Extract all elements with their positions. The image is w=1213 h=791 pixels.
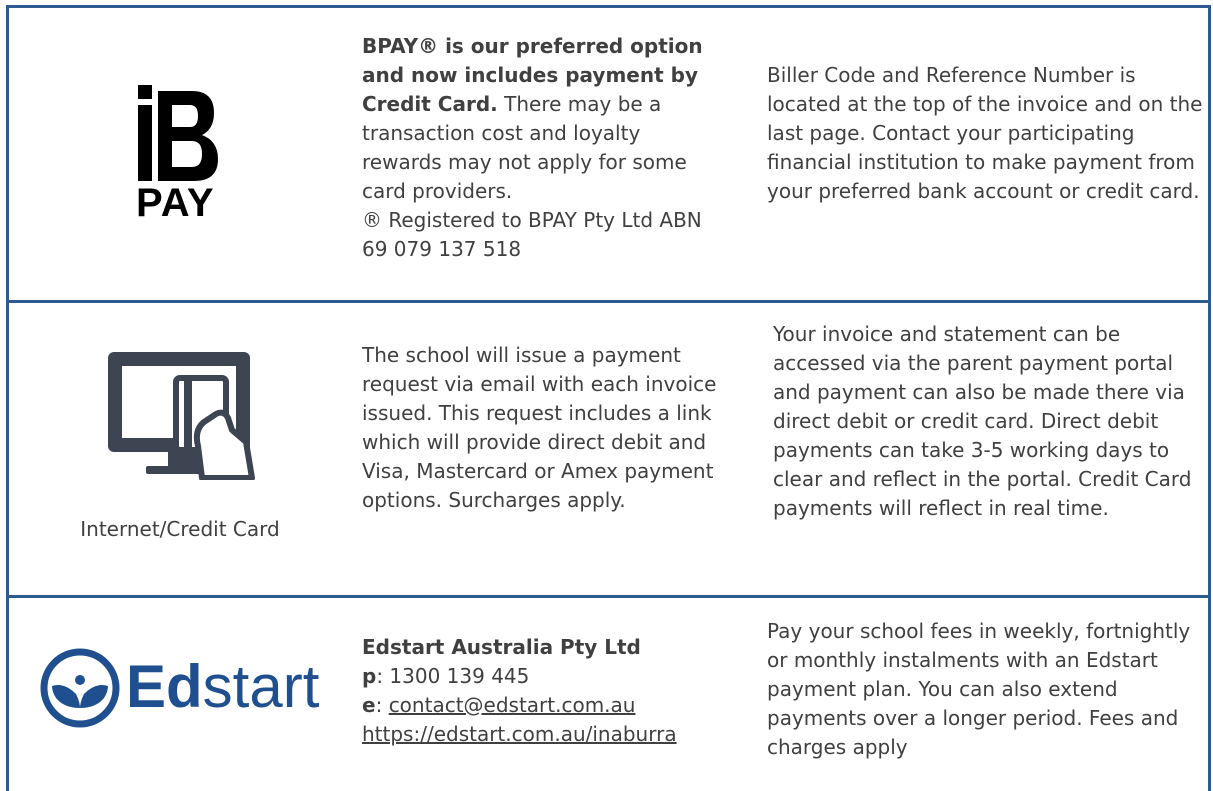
edstart-url-link[interactable]: https://edstart.com.au/inaburra	[362, 720, 722, 749]
monitor-card-icon	[106, 350, 256, 481]
edstart-contact: Edstart Australia Pty Ltd p: 1300 139 44…	[362, 633, 722, 749]
edstart-leaf-icon	[40, 648, 120, 728]
email-link[interactable]: contact@edstart.com.au	[389, 693, 636, 717]
internet-description: The school will issue a payment request …	[362, 343, 717, 512]
bpay-instructions: Biller Code and Reference Number is loca…	[767, 63, 1203, 203]
edstart-instructions: Pay your school fees in weekly, fortnigh…	[767, 619, 1191, 759]
row-divider	[6, 300, 1211, 303]
phone-label: p	[362, 664, 377, 688]
bpay-pay-text: PAY	[136, 181, 215, 225]
edstart-wordmark: Edstart	[126, 652, 319, 722]
bpay-registered-note: ® Registered to BPAY Pty Ltd ABN 69 079 …	[362, 208, 702, 261]
phone-number: : 1300 139 445	[376, 664, 530, 688]
bpay-description: BPAY® is our preferred option and now in…	[362, 32, 722, 264]
row-divider	[6, 595, 1211, 598]
edstart-wordmark-light: start	[202, 653, 320, 720]
row-divider	[6, 5, 1211, 8]
email-separator: :	[375, 693, 389, 717]
email-label: e	[362, 693, 376, 717]
bpay-logo: PAY	[134, 85, 224, 225]
edstart-logo: Edstart	[40, 648, 330, 728]
internet-instructions: Your invoice and statement can be access…	[773, 322, 1192, 520]
edstart-wordmark-bold: Ed	[126, 653, 203, 720]
edstart-company-name: Edstart Australia Pty Ltd	[362, 635, 641, 659]
internet-credit-card-caption: Internet/Credit Card	[80, 517, 280, 541]
